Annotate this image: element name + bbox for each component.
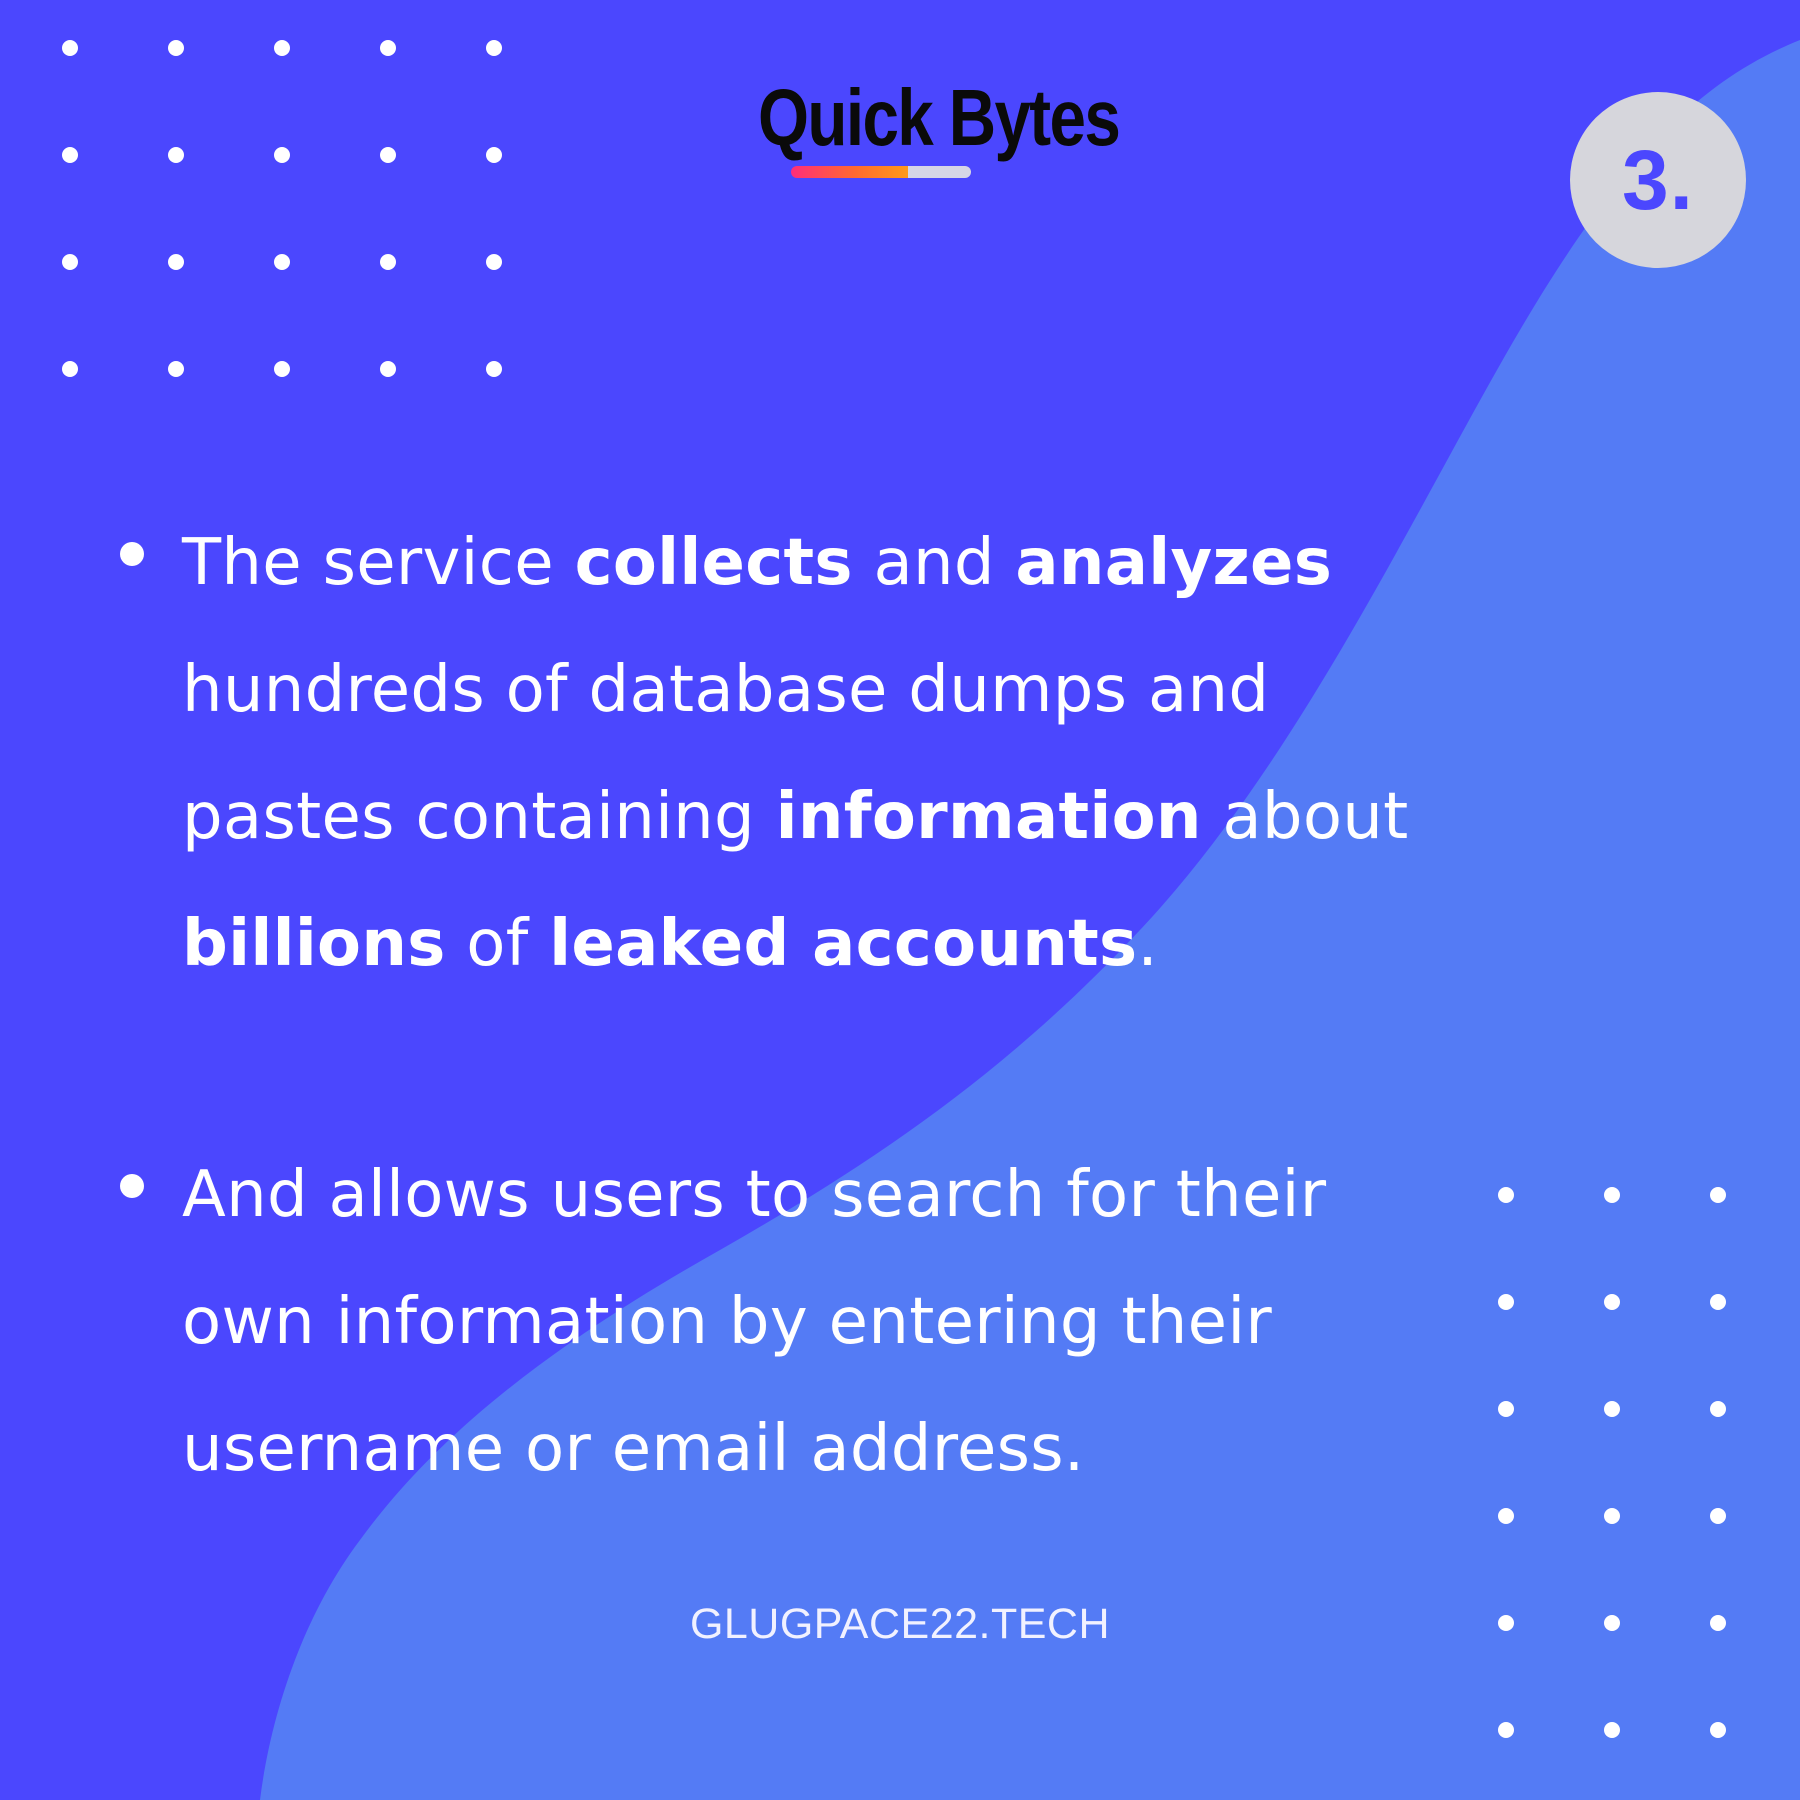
decor-dot <box>62 361 78 377</box>
text-run: . <box>1137 907 1159 981</box>
bullet-icon <box>120 1174 144 1198</box>
bold-run: billions <box>182 907 446 981</box>
brand-underline-track <box>908 166 971 178</box>
decor-dot <box>1604 1615 1620 1631</box>
decor-dot <box>274 147 290 163</box>
decor-dot <box>1498 1508 1514 1524</box>
decor-dot <box>1710 1401 1726 1417</box>
dot-grid-bottom-right <box>1498 1187 1726 1738</box>
decor-dot <box>1498 1401 1514 1417</box>
decor-dot <box>62 254 78 270</box>
decor-dot <box>1604 1294 1620 1310</box>
decor-dot <box>1710 1615 1726 1631</box>
decor-dot <box>1498 1722 1514 1738</box>
text-run: own information by entering their <box>182 1285 1273 1359</box>
decor-dot <box>1604 1401 1620 1417</box>
decor-dot <box>380 40 396 56</box>
decor-dot <box>486 147 502 163</box>
decor-dot <box>486 40 502 56</box>
bullet-line: billions of leaked accounts. <box>182 881 1490 1008</box>
bullet-line: hundreds of database dumps and <box>182 627 1490 754</box>
bold-run: collects <box>574 526 853 600</box>
decor-dot <box>62 40 78 56</box>
footer-website: GLUGPACE22.TECH <box>689 1600 1111 1648</box>
decor-dot <box>1498 1294 1514 1310</box>
bullet-line: The service collects and analyzes <box>182 500 1490 627</box>
decor-dot <box>1710 1294 1726 1310</box>
decor-dot <box>1498 1187 1514 1203</box>
decor-dot <box>62 147 78 163</box>
text-run: pastes containing <box>182 780 776 854</box>
text-run: and <box>852 526 1016 600</box>
bold-run: information <box>775 780 1202 854</box>
decor-dot <box>274 361 290 377</box>
text-run: hundreds of database dumps and <box>182 653 1270 727</box>
decor-dot <box>1604 1187 1620 1203</box>
text-run: about <box>1201 780 1409 854</box>
bold-run: leaked accounts <box>549 907 1138 981</box>
bullet-line: And allows users to search for their <box>182 1132 1490 1259</box>
bullet-line: own information by entering their <box>182 1259 1490 1386</box>
text-run: username or email address. <box>182 1412 1085 1486</box>
bullet-text-1: The service collects and analyzes hundred… <box>182 500 1490 1008</box>
decor-dot <box>1710 1187 1726 1203</box>
step-number: 3. <box>1621 132 1695 227</box>
decor-dot <box>380 361 396 377</box>
text-run: The service <box>182 526 575 600</box>
bullet-icon <box>120 542 144 566</box>
brand-underline <box>791 166 971 178</box>
text-run: of <box>445 907 550 981</box>
decor-dot <box>168 40 184 56</box>
decor-dot <box>380 254 396 270</box>
decor-dot <box>274 40 290 56</box>
decor-dot <box>274 254 290 270</box>
bullet-line: pastes containing information about <box>182 754 1490 881</box>
decor-dot <box>1498 1615 1514 1631</box>
decor-dot <box>1710 1722 1726 1738</box>
decor-dot <box>486 254 502 270</box>
slide: Quick Bytes 3. The service collects and … <box>0 0 1800 1800</box>
decor-dot <box>168 254 184 270</box>
step-number-badge: 3. <box>1570 92 1746 268</box>
decor-dot <box>168 147 184 163</box>
text-run: And allows users to search for their <box>182 1158 1327 1232</box>
bold-run: analyzes <box>1015 526 1333 600</box>
bullet-line: username or email address. <box>182 1386 1490 1513</box>
brand-title: Quick Bytes <box>758 73 1121 162</box>
decor-dot <box>1604 1508 1620 1524</box>
brand-header: Quick Bytes <box>726 72 1121 178</box>
decor-dot <box>168 361 184 377</box>
brand-underline-gradient <box>791 166 908 178</box>
dot-grid-top-left <box>62 40 502 377</box>
bullet-item-1: The service collects and analyzes hundred… <box>110 500 1490 1008</box>
decor-dot <box>1604 1722 1620 1738</box>
decor-dot <box>380 147 396 163</box>
bullet-text-2: And allows users to search for their own … <box>182 1132 1490 1513</box>
bullet-item-2: And allows users to search for their own … <box>110 1132 1490 1513</box>
decor-dot <box>1710 1508 1726 1524</box>
decor-dot <box>486 361 502 377</box>
